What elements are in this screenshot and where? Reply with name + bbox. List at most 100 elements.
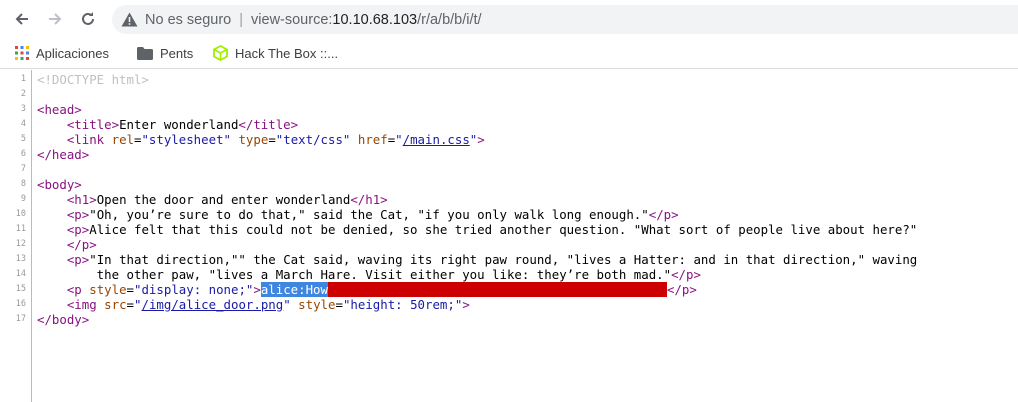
line-number: 14	[15, 269, 26, 279]
back-button[interactable]	[11, 8, 33, 30]
url-separator: |	[239, 11, 244, 28]
browser-toolbar: No es seguro | view-source: 10.10.68.103/…	[0, 0, 1018, 38]
p-close-tag: </p>	[648, 207, 679, 222]
paragraph-text: "Oh, you’re sure to do that," said the C…	[89, 207, 649, 222]
value-style: "height: 50rem;"	[342, 297, 463, 312]
line-number: 7	[20, 164, 26, 174]
title-open-tag: <title>	[66, 117, 120, 132]
source-line-16: <img src="/img/alice_door.png" style="he…	[66, 297, 470, 312]
line-number: 4	[20, 119, 26, 129]
line-number: 6	[20, 149, 26, 159]
body-close-tag: </body>	[37, 312, 90, 327]
p-tag-end: >	[253, 282, 261, 297]
source-line-14: the other paw, "lives a March Hare. Visi…	[37, 267, 701, 282]
source-line-12: </p>	[37, 237, 97, 252]
p-open-tag: <p>	[66, 222, 90, 237]
url-path: /r/a/b/b/i/t/	[417, 11, 482, 28]
source-line-3: <head>	[37, 102, 82, 117]
source-line-10: <p>"Oh, you’re sure to do that," said th…	[37, 207, 679, 222]
line-number: 3	[20, 104, 26, 114]
selected-hidden-text[interactable]: alice:How	[260, 282, 328, 297]
attr-type: type	[238, 132, 269, 147]
source-line-8: <body>	[37, 177, 82, 192]
main-css-link[interactable]: /main.css	[403, 132, 470, 147]
reload-button[interactable]	[77, 8, 99, 30]
line-number: 9	[20, 194, 26, 204]
img-open-tag: <img	[66, 297, 105, 312]
bookmark-label: Hack The Box ::...	[235, 45, 339, 61]
h1-close-tag: </h1>	[350, 192, 388, 207]
bookmark-label: Pents	[160, 45, 194, 61]
source-view: 1 2 3 4 5 6 7 8 9 10 11 12 13 14 15 16 1…	[0, 70, 1018, 402]
quote: "	[395, 132, 403, 147]
forward-button[interactable]	[44, 8, 66, 30]
security-status[interactable]: No es seguro	[145, 12, 231, 28]
line-number: 12	[15, 239, 26, 249]
p-open-tag: <p>	[66, 252, 90, 267]
arrow-left-icon	[15, 13, 28, 25]
line-number: 11	[15, 224, 26, 234]
p-close-tag: </p>	[671, 267, 701, 282]
body-open-tag: <body>	[37, 177, 82, 192]
bookmark-hackthebox[interactable]: Hack The Box ::...	[213, 44, 338, 62]
source-line-5: <link rel="stylesheet" type="text/css" h…	[66, 132, 485, 147]
line-number: 2	[20, 89, 26, 99]
link-open-tag: <link	[66, 132, 112, 147]
url-host: 10.10.68.103	[332, 11, 418, 28]
doctype: <!DOCTYPE html>	[37, 72, 149, 87]
title-close-tag: </title>	[238, 117, 299, 132]
head-close-tag: </head>	[37, 147, 90, 162]
warning-icon[interactable]	[120, 11, 138, 29]
source-line-13: <p>"In that direction,"" the Cat said, w…	[37, 252, 917, 267]
line-number: 10	[15, 209, 26, 219]
line-number: 13	[15, 254, 26, 264]
value-style: "display: none;"	[134, 282, 254, 297]
value-type: "text/css"	[275, 132, 351, 147]
line-number: 8	[20, 179, 26, 189]
source-line-1: <!DOCTYPE html>	[37, 72, 149, 87]
p-open-tag: <p	[66, 282, 90, 297]
bookmark-pents[interactable]: Pents	[137, 44, 193, 62]
p-close-tag: </p>	[666, 282, 697, 297]
link-end: >	[477, 132, 485, 147]
paragraph-text: Alice felt that this could not be denied…	[89, 222, 918, 237]
redaction-bar	[327, 282, 667, 297]
line-number-gutter: 1 2 3 4 5 6 7 8 9 10 11 12 13 14 15 16 1…	[0, 70, 32, 402]
htb-cube-icon	[213, 45, 228, 61]
quote: "	[283, 297, 291, 312]
line-number: 15	[15, 284, 26, 294]
source-line-9: <h1>Open the door and enter wonderland</…	[37, 192, 388, 207]
line-number: 1	[20, 74, 26, 84]
folder-icon	[137, 46, 153, 60]
attr-rel: rel	[111, 132, 134, 147]
h1-open-tag: <h1>	[66, 192, 97, 207]
address-bar[interactable]: No es seguro | view-source: 10.10.68.103/…	[112, 5, 1018, 34]
img-end: >	[462, 297, 470, 312]
source-line-11: <p>Alice felt that this could not be den…	[37, 222, 917, 237]
h1-text: Open the door and enter wonderland	[96, 192, 351, 207]
p-open-tag: <p>	[66, 207, 90, 222]
alice-door-link[interactable]: /img/alice_door.png	[141, 297, 283, 312]
line-number: 17	[15, 314, 26, 324]
source-line-6: </head>	[37, 147, 89, 162]
line-number: 5	[20, 134, 26, 144]
reload-icon	[82, 12, 94, 25]
p-close-tag: </p>	[66, 237, 97, 252]
url-prefix: view-source:	[251, 11, 333, 28]
paragraph-text: "In that direction,"" the Cat said, wavi…	[89, 252, 918, 267]
head-open-tag: <head>	[37, 102, 82, 117]
bookmarks-bar: Aplicaciones Pents Hack The Box ::...	[0, 38, 1018, 69]
bookmark-apps[interactable]: Aplicaciones	[15, 44, 109, 62]
attr-href: href	[357, 132, 388, 147]
value-rel: "stylesheet"	[141, 132, 231, 147]
source-line-17: </body>	[37, 312, 89, 327]
attr-style: style	[89, 282, 127, 297]
bookmark-label: Aplicaciones	[36, 45, 109, 61]
attr-style: style	[298, 297, 336, 312]
source-line-4: <title>Enter wonderland</title>	[37, 117, 298, 132]
attr-src: src	[104, 297, 127, 312]
paragraph-text-wrapped: the other paw, "lives a March Hare. Visi…	[66, 267, 672, 282]
source-line-15: <p style="display: none;">alice:How </p>	[66, 282, 697, 297]
apps-grid-icon	[15, 46, 29, 60]
line-number: 16	[15, 299, 26, 309]
